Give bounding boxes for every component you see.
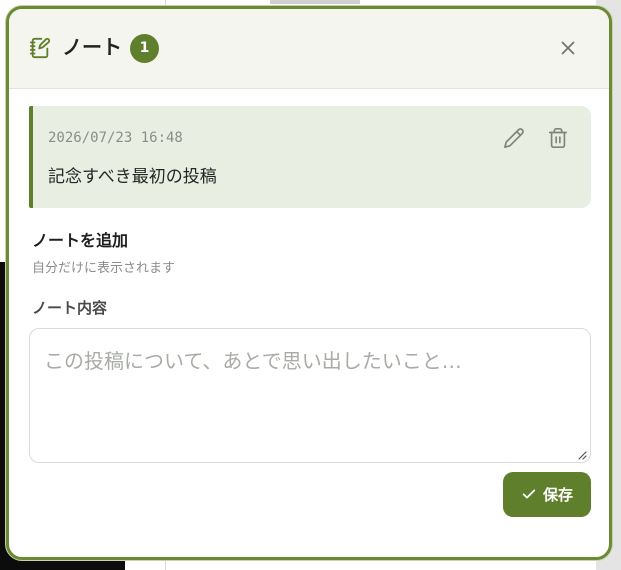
note-count-badge: 1 xyxy=(130,34,159,63)
add-note-heading: ノートを追加 xyxy=(32,231,129,250)
dialog-header: ノート 1 xyxy=(9,9,609,89)
notebook-pen-icon xyxy=(29,37,51,59)
note-timestamp: 2026/07/23 16:48 xyxy=(48,130,183,146)
save-button-label: 保存 xyxy=(542,486,573,504)
note-content-label: ノート内容 xyxy=(32,299,108,317)
note-text: 記念すべき最初の投稿 xyxy=(48,167,217,187)
note-content-input[interactable] xyxy=(29,328,591,463)
add-note-hint: 自分だけに表示されます xyxy=(32,261,176,276)
notes-dialog: ノート 1 2026/07/23 16:48 記念すべき最初の投稿 ノートを追加… xyxy=(6,6,612,560)
check-icon xyxy=(522,489,536,499)
save-button[interactable]: 保存 xyxy=(503,472,591,517)
note-item: 2026/07/23 16:48 記念すべき最初の投稿 xyxy=(29,106,591,208)
backdrop-top-element xyxy=(270,0,360,4)
dialog-title: ノート xyxy=(62,35,122,59)
trash-icon[interactable] xyxy=(547,127,569,149)
pencil-icon[interactable] xyxy=(503,127,525,149)
resize-handle-icon[interactable] xyxy=(577,450,587,460)
close-icon[interactable] xyxy=(557,37,579,59)
